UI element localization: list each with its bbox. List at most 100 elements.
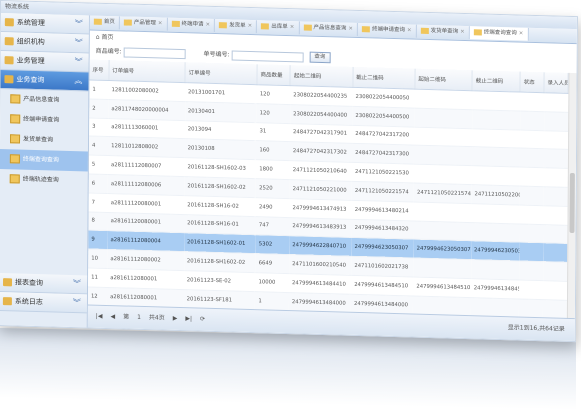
close-icon[interactable]: × bbox=[205, 22, 210, 28]
table-cell bbox=[542, 280, 567, 301]
table-cell: 2013094 bbox=[184, 120, 257, 142]
sidebar-group[interactable]: 业务管理 ︾ bbox=[0, 51, 89, 73]
table-cell: 2479994613480214 bbox=[351, 200, 414, 221]
folder-icon bbox=[10, 114, 21, 124]
table-cell: 12 bbox=[87, 286, 108, 307]
tab[interactable]: 发货单 × bbox=[215, 19, 258, 34]
close-icon[interactable]: × bbox=[348, 26, 353, 32]
tab[interactable]: 出库单 × bbox=[257, 20, 300, 35]
close-icon[interactable]: × bbox=[460, 29, 465, 35]
folder-icon bbox=[2, 297, 12, 306]
sidebar-item[interactable]: 终端申请查询 bbox=[0, 109, 88, 131]
search-button[interactable]: 查询 bbox=[309, 51, 331, 64]
table-cell bbox=[542, 261, 567, 282]
sidebar-group[interactable]: 系统日志 ︾ bbox=[0, 291, 87, 314]
table-cell: 3 bbox=[89, 117, 109, 137]
table-cell: 12811002080002 bbox=[108, 80, 186, 102]
folder-icon bbox=[4, 75, 14, 84]
table-cell bbox=[519, 110, 544, 131]
sidebar-item[interactable]: 终端轨迹查询 bbox=[0, 169, 88, 191]
table-cell: 1800 bbox=[256, 159, 290, 180]
tab[interactable]: 首页 bbox=[89, 15, 120, 30]
tab[interactable]: 终端申请查询 × bbox=[357, 22, 417, 38]
chevron-down-icon: ︾ bbox=[74, 19, 83, 29]
window-reflection bbox=[0, 328, 576, 410]
sidebar-group[interactable]: 组织机构 ︾ bbox=[0, 32, 89, 54]
main-panel: 首页 产品管理 × 终端申请 × 发货单 × 出库单 × 产品信息查询 × 终端申请查询 × 发货单查询 ×… bbox=[87, 15, 577, 342]
folder-icon bbox=[171, 20, 180, 27]
table-cell: a28111112080007 bbox=[107, 155, 185, 177]
column-header[interactable]: 订单编号 bbox=[108, 60, 186, 83]
product-number-input[interactable] bbox=[123, 46, 186, 59]
table-cell: 9 bbox=[88, 230, 108, 250]
filter-label-2: 单号编号: bbox=[203, 50, 230, 59]
table-cell: 12811012808002 bbox=[108, 136, 185, 158]
column-header[interactable]: 状态 bbox=[520, 71, 545, 93]
table-cell: 20161123-SE-02 bbox=[183, 270, 256, 292]
table-cell: 2471121050221530 bbox=[351, 162, 415, 184]
table-cell: 20161128-SH1602-01 bbox=[183, 233, 256, 254]
sidebar-group[interactable]: 报表查询 ︾ bbox=[0, 272, 88, 295]
close-icon[interactable]: × bbox=[290, 24, 295, 30]
pager-control[interactable]: ▶ bbox=[173, 308, 178, 330]
column-header[interactable]: 起始二维码 bbox=[414, 68, 473, 91]
sidebar-group-label: 报表查询 bbox=[15, 278, 44, 288]
tab[interactable]: 产品管理 × bbox=[119, 16, 168, 31]
sidebar-item[interactable]: 产品信息查询 bbox=[0, 89, 88, 111]
table-cell: 1 bbox=[255, 291, 289, 312]
close-icon[interactable]: × bbox=[248, 23, 253, 29]
pager-control[interactable]: |◀ bbox=[96, 306, 103, 328]
close-icon[interactable]: × bbox=[158, 20, 163, 26]
table-cell bbox=[542, 224, 568, 244]
table-cell: 20161128-SH1602-02 bbox=[183, 251, 256, 273]
table-cell bbox=[413, 201, 472, 223]
table-cell: 1 bbox=[89, 80, 109, 100]
table-cell: 20161128-SH1602-02 bbox=[184, 176, 257, 198]
table-cell: 2484727042317200 bbox=[352, 124, 415, 146]
pager-control[interactable]: 共4页 bbox=[149, 307, 165, 329]
column-header[interactable]: 序号 bbox=[89, 59, 109, 81]
pager-control[interactable]: 1 bbox=[137, 307, 141, 329]
table-cell bbox=[413, 258, 472, 279]
pager-control[interactable]: ◀ bbox=[110, 306, 115, 328]
column-header[interactable]: 商品数量 bbox=[256, 64, 291, 86]
chevron-down-icon: ︾ bbox=[73, 279, 82, 289]
sidebar-item[interactable]: 终端查询查询 bbox=[0, 149, 88, 172]
scroll-thumb[interactable] bbox=[569, 172, 575, 234]
column-header[interactable]: 录入人员 bbox=[543, 72, 569, 94]
table-cell: 20161128-SH1602-03 bbox=[184, 157, 257, 179]
table-cell bbox=[519, 92, 544, 112]
tab[interactable]: 终端申请 × bbox=[167, 17, 216, 33]
table-cell: 2471101602021738 bbox=[351, 256, 414, 278]
table-cell: 160 bbox=[256, 141, 290, 161]
sidebar-item[interactable]: 发货单查询 bbox=[0, 129, 88, 151]
table-cell: 2479994623050307 bbox=[351, 237, 414, 259]
table-cell: 2479994613484510 bbox=[351, 275, 414, 296]
close-icon[interactable]: × bbox=[407, 27, 412, 33]
column-header[interactable]: 截止二维码 bbox=[472, 70, 521, 93]
order-number-input[interactable] bbox=[231, 49, 304, 62]
sidebar: 系统管理 ︾ 组织机构 ︾ 业务管理 ︾ 业务查询 ︽ 产品信息查询 终端申请查询 发货单查询 终端… bbox=[0, 13, 90, 328]
vertical-scrollbar[interactable] bbox=[566, 72, 577, 320]
table-cell bbox=[542, 243, 567, 263]
table-cell: 4 bbox=[88, 136, 109, 156]
pager-control[interactable]: 第 bbox=[123, 306, 129, 328]
tab[interactable]: 产品信息查询 × bbox=[299, 21, 359, 36]
sidebar-group-label: 组织机构 bbox=[16, 37, 45, 47]
sidebar-group[interactable]: 系统管理 ︾ bbox=[0, 13, 89, 35]
table-cell: 20161128-SH16-02 bbox=[184, 195, 257, 217]
table-cell bbox=[518, 261, 543, 281]
close-icon[interactable]: × bbox=[519, 30, 524, 36]
tab[interactable]: 发货单查询 × bbox=[416, 24, 470, 40]
column-header[interactable]: 起始二维码 bbox=[290, 65, 353, 88]
column-header[interactable]: 截止二维码 bbox=[352, 66, 415, 90]
chevron-down-icon: ︾ bbox=[74, 38, 83, 48]
sidebar-group[interactable]: 业务查询 ︽ bbox=[0, 70, 89, 92]
table-cell: 2479994622840710 bbox=[289, 235, 352, 257]
table-cell bbox=[471, 147, 520, 168]
pager-control[interactable]: ▶| bbox=[185, 308, 192, 330]
table-cell: 8 bbox=[88, 211, 108, 231]
column-header[interactable]: 订单编号 bbox=[185, 62, 258, 85]
pager-control[interactable]: ⟳ bbox=[200, 309, 205, 331]
tab[interactable]: 终端查询查询 × bbox=[469, 26, 529, 41]
